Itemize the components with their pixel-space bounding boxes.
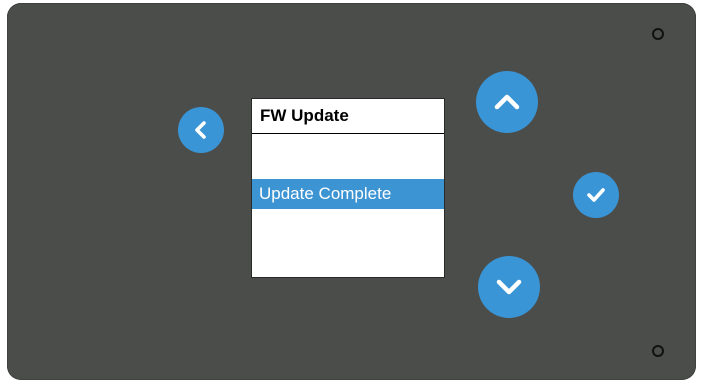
chevron-up-icon — [494, 94, 520, 110]
menu-item-selected[interactable]: Update Complete — [252, 179, 444, 209]
screw-top — [652, 28, 664, 40]
lcd-screen: FW Update Update Complete — [251, 98, 445, 278]
screw-bottom — [652, 345, 664, 357]
back-button[interactable] — [178, 107, 224, 153]
up-button[interactable] — [476, 71, 538, 133]
device-panel: FW Update Update Complete — [7, 3, 696, 380]
down-button[interactable] — [478, 256, 540, 318]
chevron-down-icon — [496, 279, 522, 295]
check-icon — [587, 188, 605, 202]
screen-title: FW Update — [252, 99, 444, 134]
menu-item[interactable] — [252, 143, 444, 173]
chevron-left-icon — [195, 121, 206, 139]
confirm-button[interactable] — [573, 172, 619, 218]
